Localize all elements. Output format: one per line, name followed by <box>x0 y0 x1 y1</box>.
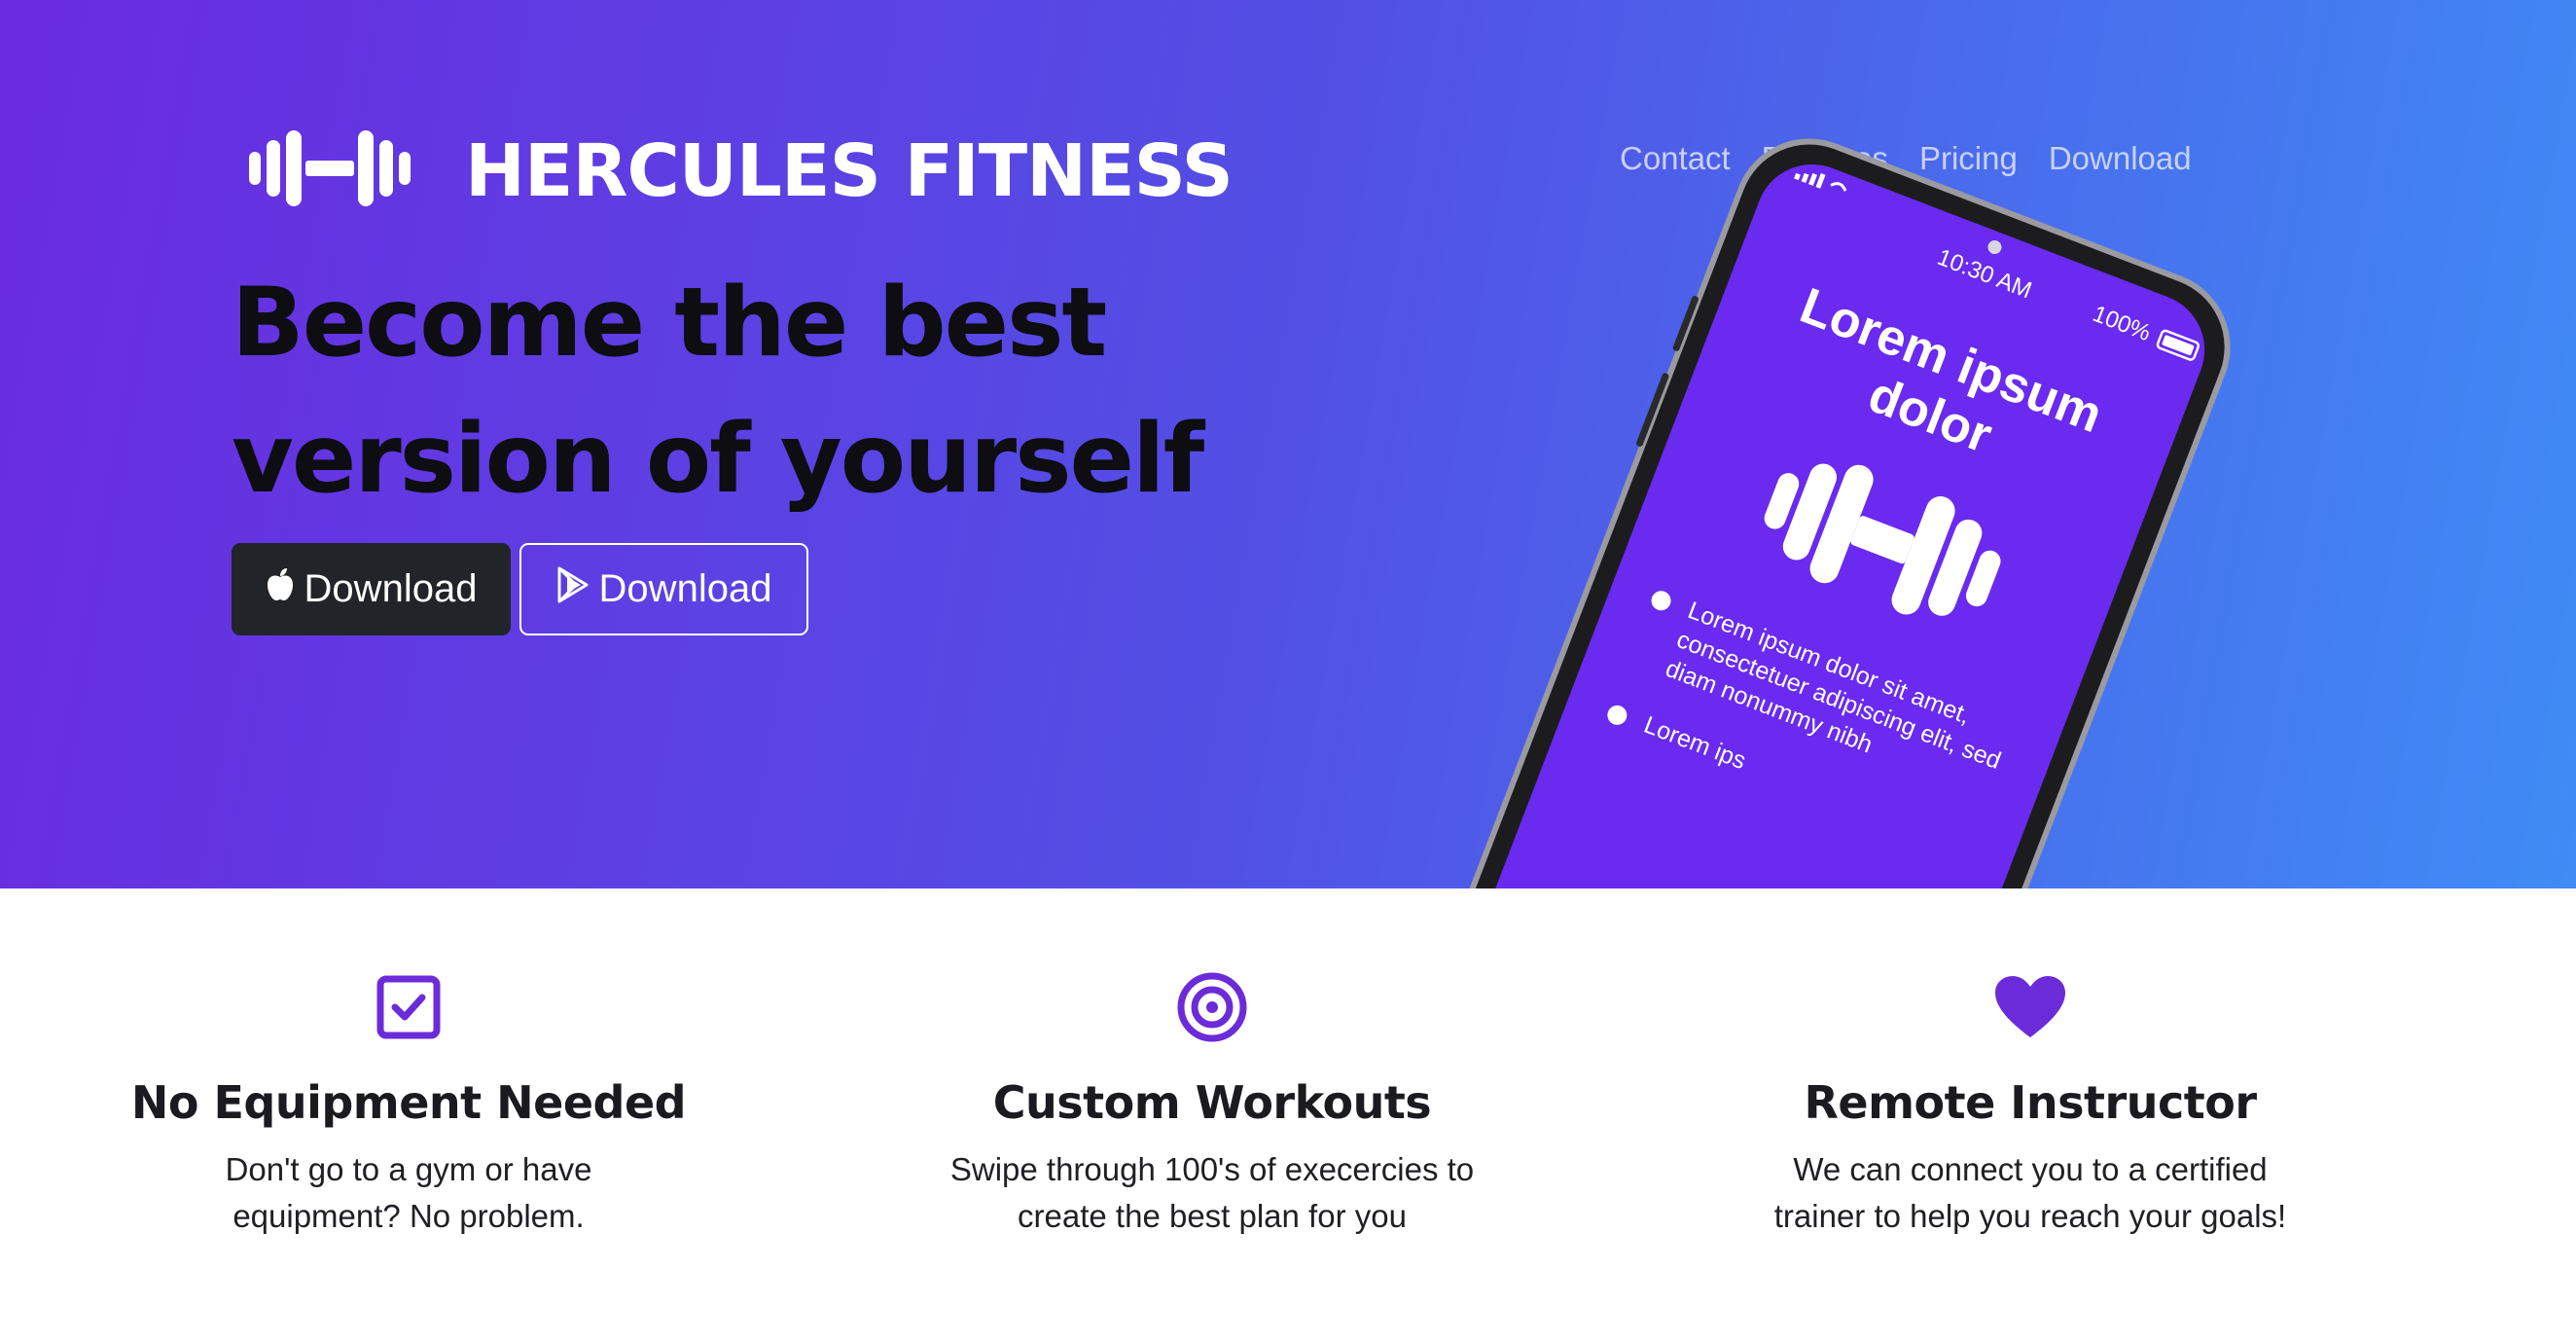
heart-icon <box>1622 973 2439 1041</box>
feature-description: We can connect you to a certified traine… <box>1773 1151 2287 1234</box>
checkbox-icon <box>0 973 817 1041</box>
feature-description: Swipe through 100's of execercies to cre… <box>949 1151 1475 1234</box>
phone-mockup: 10:30 AM 100% Lorem ipsum dolor Lorem ip… <box>1415 138 2231 888</box>
feature-custom-workouts: Custom Workouts Swipe through 100's of e… <box>804 972 1621 1240</box>
feature-title: No Equipment Needed <box>130 1076 687 1129</box>
target-icon <box>804 972 1621 1042</box>
feature-title: Custom Workouts <box>992 1076 1432 1129</box>
hero-section: HERCULES FITNESS Contact Features Pricin… <box>0 0 2576 888</box>
features-section: No Equipment Needed Don't go to a gym or… <box>0 972 2576 1341</box>
feature-description: Don't go to a gym or have equipment? No … <box>225 1151 592 1234</box>
feature-title: Remote Instructor <box>1804 1076 2257 1129</box>
feature-remote-instructor: Remote Instructor We can connect you to … <box>1622 973 2439 1240</box>
feature-no-equipment: No Equipment Needed Don't go to a gym or… <box>0 973 817 1240</box>
